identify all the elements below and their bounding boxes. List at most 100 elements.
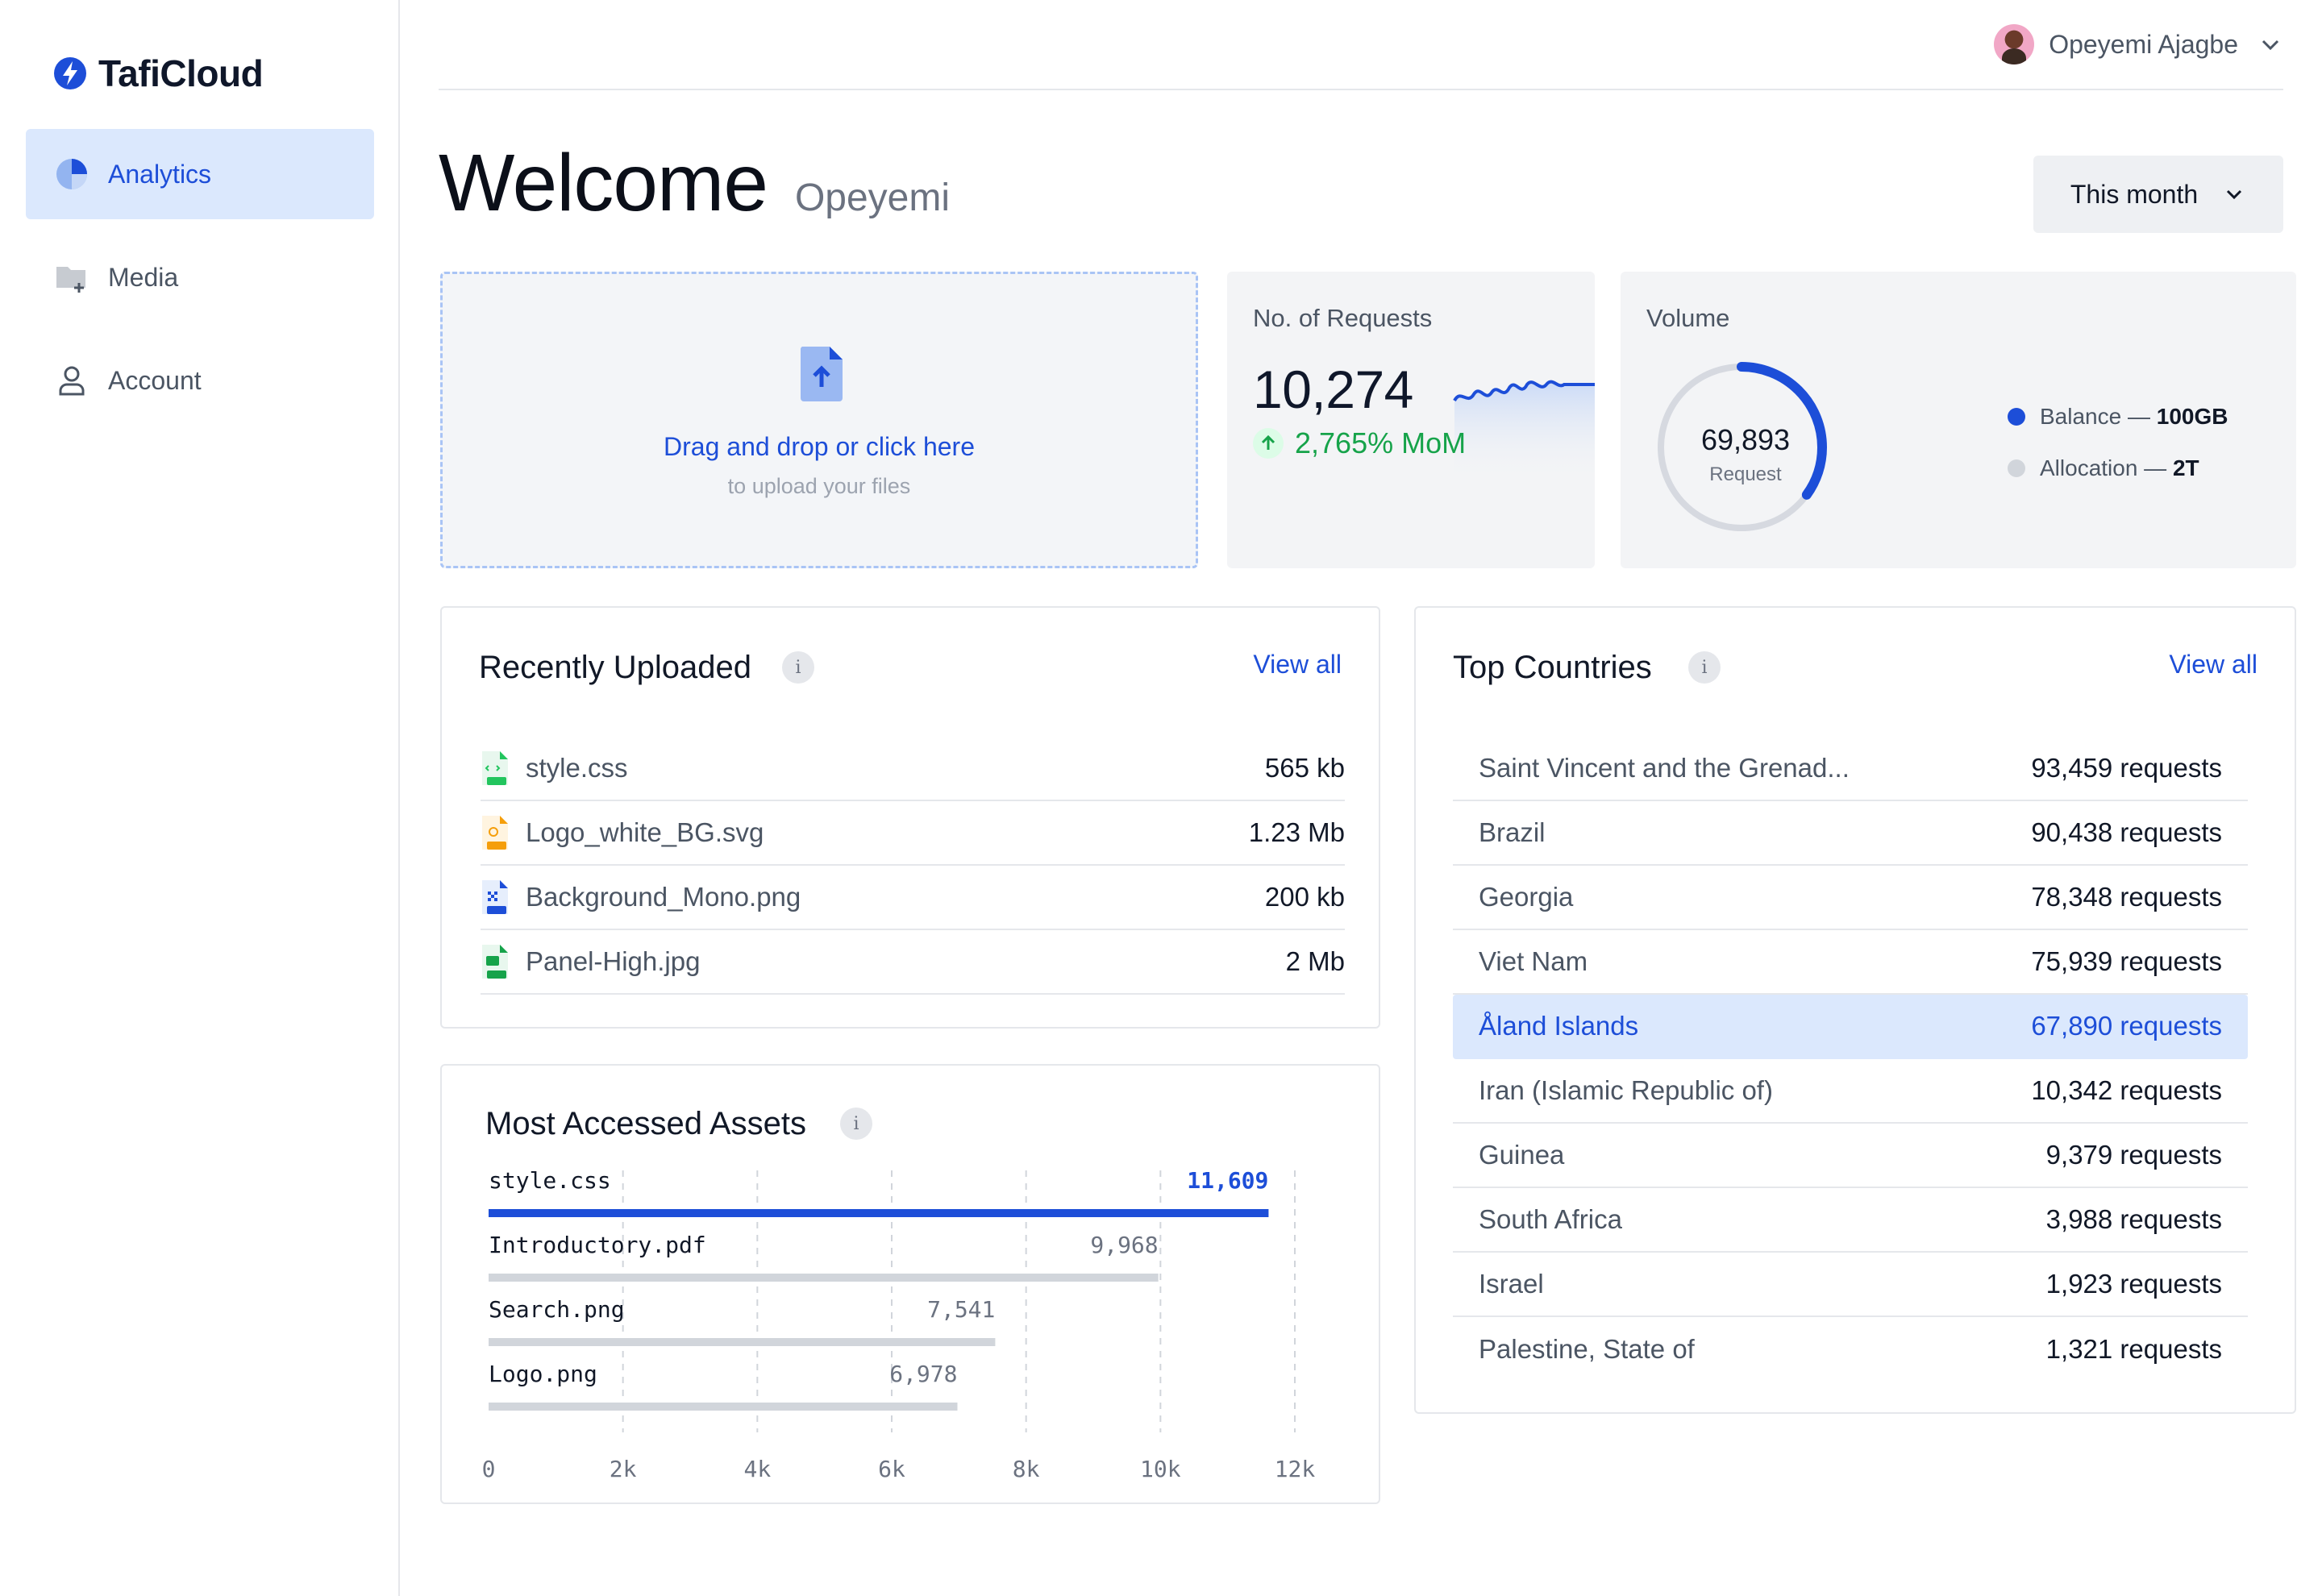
table-row[interactable]: Saint Vincent and the Grenad... 93,459 re…: [1453, 737, 2248, 801]
country-name: Viet Nam: [1479, 946, 1588, 976]
info-icon[interactable]: i: [782, 651, 814, 684]
chevron-down-icon: [2262, 39, 2279, 51]
tick-label: 2k: [610, 1456, 637, 1482]
table-row[interactable]: Israel 1,923 requests: [1453, 1253, 2248, 1317]
view-all-link[interactable]: View all: [2169, 650, 2258, 680]
sidebar-item-account[interactable]: Account: [26, 335, 374, 426]
tick-label: 10k: [1140, 1456, 1181, 1482]
donut-value: 69,893: [1700, 423, 1791, 456]
bar-category-label: Introductory.pdf: [489, 1232, 706, 1258]
donut-label: Request: [1709, 463, 1782, 485]
table-row[interactable]: Brazil 90,438 requests: [1453, 801, 2248, 866]
requests-sparkline: [1453, 380, 1595, 481]
most-accessed-panel: Most Accessed Assets i 0 2k 4k 6k 8k 10k 12k st…: [440, 1064, 1380, 1504]
top-bar: Opeyemi Ajagbe: [439, 0, 2283, 90]
png-file-icon: [482, 880, 508, 914]
table-row[interactable]: Georgia 78,348 requests: [1453, 866, 2248, 930]
bar: [489, 1209, 1269, 1217]
legend-balance: Balance — 100GB: [2008, 401, 2228, 433]
bar-value-label: 6,978: [889, 1361, 957, 1387]
country-name: Guinea: [1479, 1140, 1565, 1170]
period-select[interactable]: This month: [2033, 156, 2283, 233]
list-item[interactable]: Background_Mono.png 200 kb: [481, 866, 1345, 930]
country-requests: 93,459 requests: [2031, 753, 2222, 783]
taficloud-logo-icon: [54, 57, 86, 89]
chevron-down-icon: [2227, 189, 2242, 200]
bar-value-label: 7,541: [927, 1296, 995, 1323]
table-row[interactable]: Iran (Islamic Republic of) 10,342 request…: [1453, 1059, 2248, 1124]
country-name: Georgia: [1479, 882, 1574, 912]
country-requests: 1,923 requests: [2045, 1269, 2222, 1299]
sidebar-item-analytics[interactable]: Analytics: [26, 129, 374, 219]
panel-title: Top Countries: [1453, 650, 1652, 685]
tick-label: 8k: [1013, 1456, 1040, 1482]
upload-main-text: Drag and drop or click here: [664, 432, 975, 461]
user-icon: [55, 364, 89, 397]
volume-card: Volume 69,893 Request Balance — 100GB Al…: [1621, 272, 2296, 568]
file-name: Background_Mono.png: [526, 882, 801, 912]
pie-chart-icon: [55, 157, 89, 191]
bar-value-label: 11,609: [1187, 1167, 1268, 1194]
table-row[interactable]: Guinea 9,379 requests: [1453, 1124, 2248, 1188]
info-icon[interactable]: i: [1688, 651, 1721, 684]
brand-name: TafiCloud: [98, 52, 264, 94]
country-name: Åland Islands: [1479, 1011, 1639, 1041]
sidebar-item-label: Analytics: [108, 159, 212, 189]
sidebar-nav: Analytics Media Account: [26, 129, 374, 438]
tick-label: 6k: [878, 1456, 905, 1482]
period-label: This month: [2070, 179, 2199, 209]
table-row[interactable]: South Africa 3,988 requests: [1453, 1188, 2248, 1253]
country-list: Saint Vincent and the Grenad... 93,459 re…: [1453, 737, 2248, 1382]
welcome-title: Welcome: [439, 138, 768, 228]
svg-file-icon: [482, 816, 508, 850]
page-title: Welcome Opeyemi: [439, 137, 950, 230]
country-requests: 9,379 requests: [2045, 1140, 2222, 1170]
table-row[interactable]: Viet Nam 75,939 requests: [1453, 930, 2248, 995]
sidebar: TafiCloud Analytics Media Account: [0, 0, 400, 1596]
file-size: 200 kb: [1264, 882, 1345, 912]
file-size: 2 Mb: [1285, 946, 1345, 976]
country-requests: 75,939 requests: [2031, 946, 2222, 976]
sidebar-item-media[interactable]: Media: [26, 232, 374, 322]
country-name: Palestine, State of: [1479, 1334, 1695, 1364]
brand[interactable]: TafiCloud: [53, 52, 264, 95]
assets-bar-chart: 0 2k 4k 6k 8k 10k 12k style.css 11,609 Introducto…: [482, 1167, 1316, 1482]
country-requests: 67,890 requests: [2031, 1011, 2222, 1041]
legend-allocation: Allocation — 2T: [2008, 452, 2199, 484]
file-name: Panel-High.jpg: [526, 946, 701, 976]
bar: [489, 1338, 996, 1346]
requests-value: 10,274: [1253, 360, 1413, 419]
arrow-up-icon: [1253, 428, 1284, 459]
folder-add-icon: [55, 260, 89, 294]
jpg-file-icon: [482, 945, 508, 979]
table-row[interactable]: Palestine, State of 1,321 requests: [1453, 1317, 2248, 1382]
table-row-highlighted[interactable]: Åland Islands 67,890 requests: [1453, 995, 2248, 1059]
file-size: 1.23 Mb: [1248, 817, 1345, 847]
upload-dropzone[interactable]: Drag and drop or click here to upload yo…: [440, 272, 1198, 568]
file-upload-icon: [800, 347, 843, 401]
list-item[interactable]: style.css 565 kb: [481, 737, 1345, 801]
bar-category-label: Search.png: [489, 1296, 625, 1323]
country-name: Saint Vincent and the Grenad...: [1479, 753, 1850, 783]
user-menu[interactable]: Opeyemi Ajagbe: [1994, 24, 2283, 64]
country-requests: 90,438 requests: [2031, 817, 2222, 847]
country-requests: 78,348 requests: [2031, 882, 2222, 912]
country-requests: 3,988 requests: [2045, 1204, 2222, 1234]
file-size: 565 kb: [1264, 753, 1345, 783]
country-name: Israel: [1479, 1269, 1544, 1299]
volume-label: Volume: [1646, 304, 1730, 332]
recently-uploaded-panel: Recently Uploaded i View all style.css 5…: [440, 606, 1380, 1029]
requests-label: No. of Requests: [1253, 304, 1433, 332]
list-item[interactable]: Logo_white_BG.svg 1.23 Mb: [481, 801, 1345, 866]
sidebar-item-label: Media: [108, 262, 179, 292]
legend-label: Balance — 100GB: [2040, 404, 2228, 429]
requests-change-text: 2,765% MoM: [1295, 426, 1467, 459]
list-item[interactable]: Panel-High.jpg 2 Mb: [481, 930, 1345, 995]
top-countries-panel: Top Countries i View all Saint Vincent a…: [1414, 606, 2296, 1414]
user-name: Opeyemi Ajagbe: [2049, 29, 2238, 59]
country-name: South Africa: [1479, 1204, 1622, 1234]
bar-category-label: style.css: [489, 1167, 611, 1194]
view-all-link[interactable]: View all: [1253, 650, 1342, 680]
country-name: Iran (Islamic Republic of): [1479, 1075, 1773, 1105]
country-requests: 10,342 requests: [2031, 1075, 2222, 1105]
